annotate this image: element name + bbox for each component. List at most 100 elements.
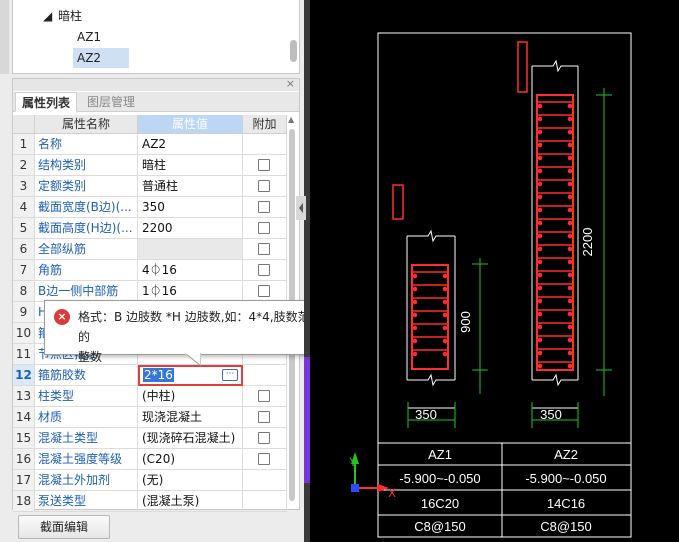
extra-cell — [243, 386, 287, 407]
left-panel: ◢ 暗柱 AZ1 AZ2 × 属性列表 图层管理 属性名称 属性值 附加 1 名称… — [0, 0, 304, 542]
property-row[interactable]: 2 结构类别 暗柱 — [13, 155, 287, 176]
rebar-dot — [567, 272, 573, 278]
property-name: 截面高度(H边)(... — [35, 218, 138, 239]
property-name: 结构类别 — [35, 155, 138, 176]
property-value[interactable]: (无) — [138, 470, 243, 491]
cad-drawing: AZ1 AZ2 -5.900~-0.050 -5.900~-0.050 16C2… — [349, 32, 632, 538]
property-value[interactable]: 2200 — [138, 218, 243, 239]
property-value[interactable]: (C20) — [138, 449, 243, 470]
tree-expand-icon[interactable]: ◢ — [43, 6, 52, 26]
rebar-dot — [567, 246, 573, 252]
row-number: 8 — [13, 281, 35, 302]
property-row[interactable]: 4 截面宽度(B边)(... 350 — [13, 197, 287, 218]
row-number: 9 — [13, 302, 35, 323]
tree-item-az1[interactable]: AZ1 — [73, 27, 105, 47]
ellipsis-button[interactable]: ··· — [222, 369, 238, 381]
rebar-dot — [567, 129, 573, 135]
property-row[interactable]: 1 名称 AZ2 — [13, 134, 287, 155]
property-value[interactable]: (现浇碎石混凝土) — [138, 428, 243, 449]
extra-checkbox[interactable] — [258, 453, 270, 465]
property-row[interactable]: 7 角筋 4⏀16 — [13, 260, 287, 281]
extra-checkbox[interactable] — [258, 390, 270, 402]
property-row[interactable]: 15 混凝土类型 (现浇碎石混凝土) — [13, 428, 287, 449]
collapse-left-icon[interactable] — [296, 196, 306, 220]
property-row[interactable]: 18 泵送类型 (混凝土泵) — [13, 491, 287, 512]
property-value[interactable]: 350 — [138, 197, 243, 218]
cad-col2-stirrup: C8@150 — [540, 519, 592, 534]
rebar-dot — [537, 220, 543, 226]
tree-group-label[interactable]: 暗柱 — [58, 6, 82, 26]
cad-az2-height: 2200 — [580, 228, 595, 257]
rebar-dot — [537, 181, 543, 187]
rebar-dot — [442, 299, 448, 305]
property-row[interactable]: 8 B边一侧中部筋 1⏀16 — [13, 281, 287, 302]
property-row[interactable]: 13 柱类型 (中柱) — [13, 386, 287, 407]
col-header-value: 属性值 — [138, 115, 243, 134]
extra-cell — [243, 449, 287, 470]
rebar-dot — [567, 259, 573, 265]
tab-property-list[interactable]: 属性列表 — [15, 92, 78, 112]
extra-checkbox[interactable] — [258, 222, 270, 234]
extra-checkbox[interactable] — [258, 285, 270, 297]
extra-cell — [243, 470, 287, 491]
scroll-up-icon[interactable]: ▲ — [288, 115, 294, 124]
row-number: 12 — [13, 365, 35, 386]
extra-cell — [243, 218, 287, 239]
property-value[interactable]: (中柱) — [138, 386, 243, 407]
row-number: 16 — [13, 449, 35, 470]
section-edit-button[interactable]: 截面编辑 — [18, 515, 110, 539]
component-tree: ◢ 暗柱 AZ1 AZ2 — [12, 0, 300, 74]
extra-cell — [243, 176, 287, 197]
rebar-dot — [537, 337, 543, 343]
close-icon[interactable]: × — [286, 77, 295, 90]
rebar-dot — [442, 273, 448, 279]
column-az2-section: 350 2200 — [517, 41, 612, 428]
cad-col1-name: AZ1 — [428, 447, 452, 462]
cad-col2-mainbar: 14C16 — [547, 496, 585, 511]
tab-layer-manager[interactable]: 图层管理 — [81, 92, 141, 112]
selected-value-text[interactable]: 2*16 — [143, 368, 174, 382]
extra-cell — [243, 407, 287, 428]
property-row[interactable]: 16 混凝土强度等级 (C20) — [13, 449, 287, 470]
tree-scrollbar[interactable] — [290, 40, 297, 62]
property-name: 柱类型 — [35, 386, 138, 407]
cad-az1-height: 900 — [458, 311, 473, 333]
property-value[interactable]: 现浇混凝土 — [138, 407, 243, 428]
rebar-dot — [412, 351, 418, 357]
extra-checkbox[interactable] — [258, 180, 270, 192]
tree-item-az2[interactable]: AZ2 — [73, 48, 129, 68]
property-value[interactable]: (混凝土泵) — [138, 491, 243, 512]
cad-canvas[interactable]: AZ1 AZ2 -5.900~-0.050 -5.900~-0.050 16C2… — [310, 0, 679, 542]
rebar-dot — [537, 246, 543, 252]
property-row[interactable]: 6 全部纵筋 — [13, 239, 287, 260]
property-value[interactable]: 暗柱 — [138, 155, 243, 176]
rebar-dot — [412, 299, 418, 305]
row-number: 7 — [13, 260, 35, 281]
cad-col1-stirrup: C8@150 — [414, 519, 466, 534]
extra-cell — [243, 155, 287, 176]
property-row[interactable]: 12 箍筋胶数 2*16 ··· — [13, 365, 287, 386]
property-row[interactable]: 5 截面高度(H边)(... 2200 — [13, 218, 287, 239]
rebar-dot — [412, 273, 418, 279]
extra-checkbox[interactable] — [258, 432, 270, 444]
extra-checkbox[interactable] — [258, 411, 270, 423]
extra-checkbox[interactable] — [258, 201, 270, 213]
property-name: 箍筋胶数 — [35, 365, 138, 386]
property-name: 泵送类型 — [35, 491, 138, 512]
property-value[interactable]: 4⏀16 — [138, 260, 243, 281]
extra-checkbox[interactable] — [258, 264, 270, 276]
property-value[interactable]: AZ2 — [138, 134, 243, 155]
extra-checkbox[interactable] — [258, 159, 270, 171]
property-row[interactable]: 17 混凝土外加剂 (无) — [13, 470, 287, 491]
property-row[interactable]: 3 定额类别 普通柱 — [13, 176, 287, 197]
extra-checkbox[interactable] — [258, 243, 270, 255]
property-value[interactable]: 普通柱 — [138, 176, 243, 197]
property-value[interactable]: 1⏀16 — [138, 281, 243, 302]
rebar-dot — [537, 350, 543, 356]
rebar-dot — [537, 194, 543, 200]
property-value[interactable] — [138, 239, 243, 260]
extra-cell — [243, 197, 287, 218]
property-row[interactable]: 14 材质 现浇混凝土 — [13, 407, 287, 428]
row-number: 14 — [13, 407, 35, 428]
property-value-input[interactable]: 2*16 ··· — [138, 365, 243, 386]
